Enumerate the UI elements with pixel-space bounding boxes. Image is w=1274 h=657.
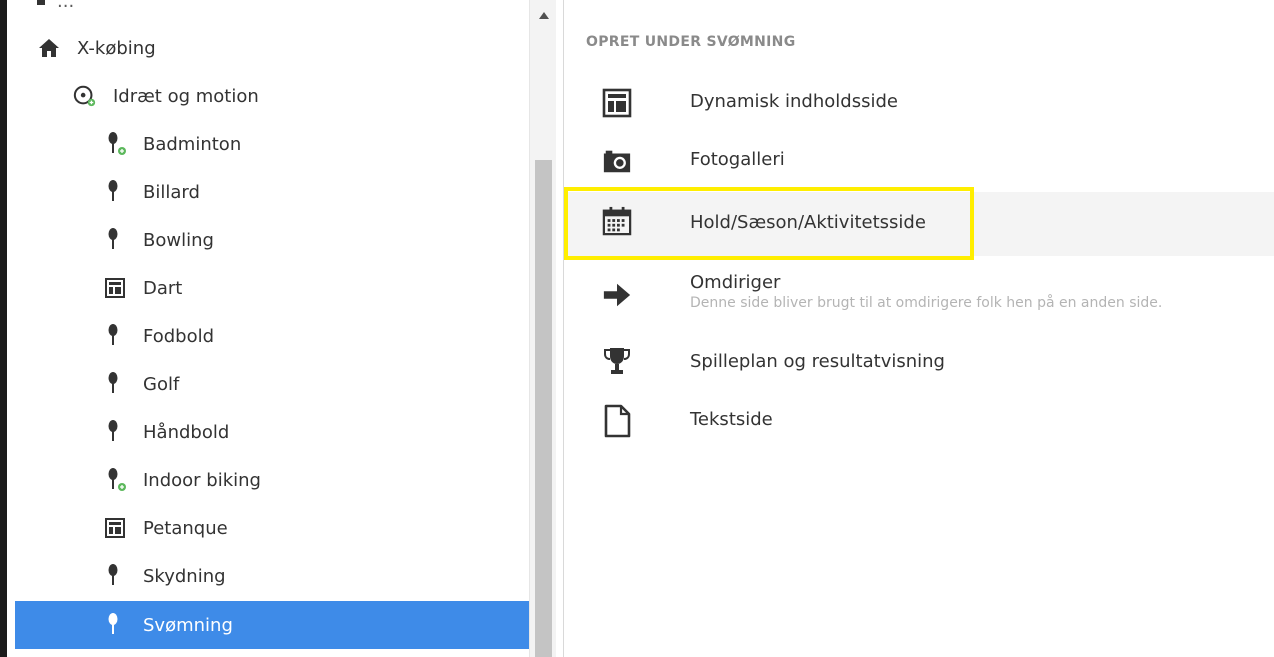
tree-item-fodbold[interactable]: Fodbold [103,312,529,360]
option-spilleplan-og-resultatvisning[interactable]: Spilleplan og resultatvisning [564,338,1274,390]
option-name: Dynamisk indholdsside [690,91,898,112]
arrow-up-icon [538,11,549,19]
tree-scrollbar[interactable] [529,0,556,657]
option-fotogalleri[interactable]: Fotogalleri [564,136,1274,188]
tree-item-label: ... [57,0,75,12]
option-name: Hold/Sæson/Aktivitetsside [690,212,926,233]
option-name: Tekstside [690,409,773,430]
option-name: Spilleplan og resultatvisning [690,351,945,372]
option-dynamisk-indholdsside[interactable]: Dynamisk indholdsside [564,78,1274,130]
create-panel: OPRET UNDER SVØMNING Dynamisk indholdssi… [564,0,1274,657]
pin-icon [103,372,127,396]
scroll-up-button[interactable] [530,6,557,24]
layout-page-icon [103,276,127,300]
tree-item-label: Fodbold [143,325,215,347]
calendar-icon [602,206,632,236]
option-name: Omdiriger [690,272,781,293]
pin-icon [103,228,127,252]
camera-icon [602,146,632,176]
option-tekstside[interactable]: Tekstside [564,396,1274,452]
pin-icon [103,613,127,637]
document-icon [602,404,632,438]
tree-item-bowling[interactable]: Bowling [103,216,529,264]
tree-item-billard[interactable]: Billard [103,168,529,216]
tree-item-label: Dart [143,277,183,299]
sport-category-icon [73,84,97,108]
tree-item-x-kobing[interactable]: X-købing [37,24,529,72]
layout-page-icon [103,516,127,540]
tree-item-label: Indoor biking [143,469,261,491]
tree-item-label: X-købing [77,37,156,59]
tree-item-badminton[interactable]: Badminton [103,120,529,168]
tree-item-label: Golf [143,373,180,395]
tree-item-label: Svømning [143,614,233,636]
tree-item-idraet-og-motion[interactable]: Idræt og motion [73,72,529,120]
tree-item-label: Billard [143,181,200,203]
pin-add-icon [103,132,127,156]
tree-item-label: Idræt og motion [113,85,259,107]
pin-icon [103,420,127,444]
tree-item-label: Bowling [143,229,214,251]
pin-icon [103,180,127,204]
option-hold-saeson-aktivitetsside[interactable]: Hold/Sæson/Aktivitetsside [564,192,1274,256]
option-name: Fotogalleri [690,149,785,170]
scroll-thumb[interactable] [535,160,552,657]
tree-item-label: Håndbold [143,421,230,443]
option-omdiriger[interactable]: Omdiriger Denne side bliver brugt til at… [564,262,1274,332]
window-left-edge [0,0,7,657]
tree-item-label: Badminton [143,133,242,155]
tree-item-svomning[interactable]: Svømning [15,601,529,649]
tree-item-skydning[interactable]: Skydning [103,552,529,600]
tree-item-golf[interactable]: Golf [103,360,529,408]
pin-icon [103,324,127,348]
tree-item-label: Petanque [143,517,228,539]
content-tree: ... X-købing Idræt og motion Badminton B… [7,0,529,657]
option-description: Denne side bliver brugt til at omdiriger… [690,295,1163,311]
panel-heading: OPRET UNDER SVØMNING [586,34,796,50]
trophy-icon [602,346,632,376]
pin-add-icon [103,468,127,492]
pin-icon [103,564,127,588]
tree-item-petanque[interactable]: Petanque [103,504,529,552]
arrow-right-icon [602,280,632,310]
layout-page-icon [37,0,45,5]
tree-item-dart[interactable]: Dart [103,264,529,312]
tree-item-partial[interactable]: ... [37,0,75,12]
tree-item-handbold[interactable]: Håndbold [103,408,529,456]
home-icon [37,36,61,60]
layout-page-icon [602,88,632,118]
tree-item-label: Skydning [143,565,226,587]
tree-item-indoor-biking[interactable]: Indoor biking [103,456,529,504]
